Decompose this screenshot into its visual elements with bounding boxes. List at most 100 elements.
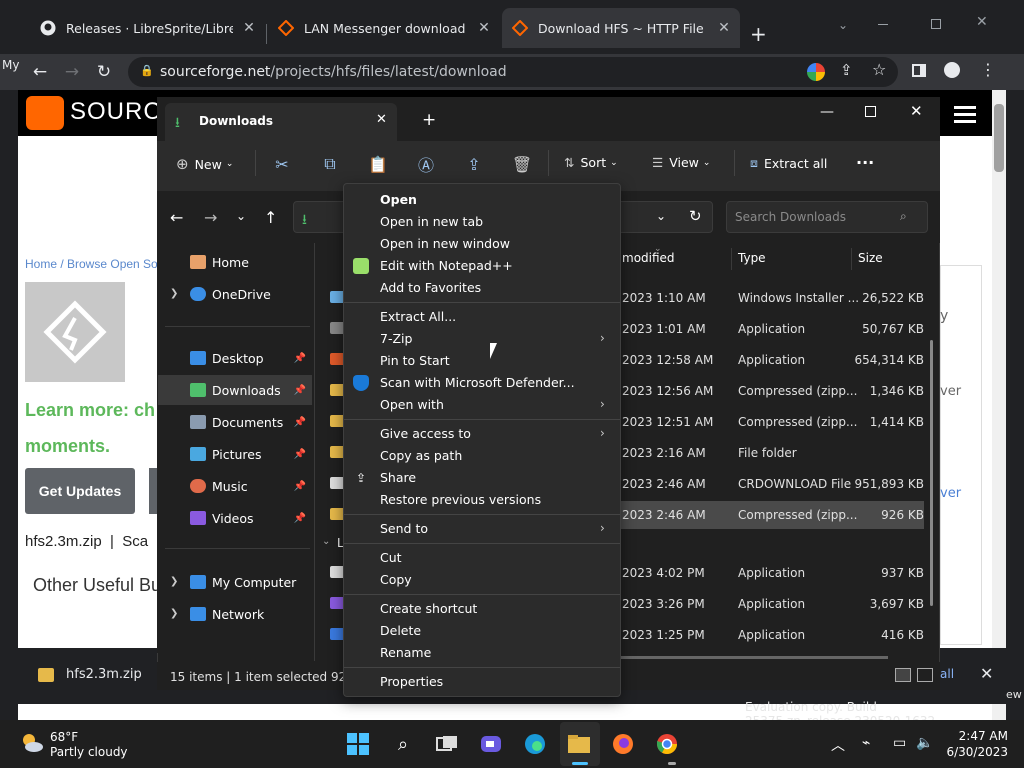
- teams-chat-icon[interactable]: [478, 731, 504, 757]
- forward-button[interactable]: →: [204, 208, 217, 227]
- nav-item-home[interactable]: Home: [158, 247, 312, 277]
- new-tab-button[interactable]: +: [750, 22, 767, 46]
- maximize-button[interactable]: [931, 19, 941, 29]
- nav-item-music[interactable]: Music 📌: [158, 471, 312, 501]
- extract-all-button[interactable]: ⧈ Extract all: [750, 155, 827, 171]
- new-tab-button[interactable]: +: [422, 110, 436, 130]
- page-scrollbar[interactable]: [992, 90, 1006, 720]
- scrollbar-thumb[interactable]: [994, 104, 1004, 172]
- sourceforge-logo-icon[interactable]: [26, 96, 64, 130]
- forward-button[interactable]: →: [56, 54, 88, 90]
- weather-icon[interactable]: [20, 731, 44, 755]
- table-row[interactable]: 2023 2:46 AM CRDOWNLOAD File 951,893 KB: [620, 470, 924, 498]
- menu-item-open-new-window[interactable]: Open in new window: [380, 236, 510, 251]
- breadcrumb[interactable]: Home / Browse Open Sou: [25, 257, 164, 271]
- url-text[interactable]: sourceforge.net/projects/hfs/files/lates…: [160, 64, 507, 80]
- pin-icon[interactable]: 📌: [294, 385, 306, 396]
- task-view-icon[interactable]: [434, 731, 460, 757]
- maximize-button[interactable]: [865, 106, 876, 117]
- paste-icon[interactable]: 📋: [366, 152, 390, 176]
- hamburger-icon[interactable]: [954, 120, 976, 123]
- close-icon[interactable]: ✕: [980, 664, 993, 683]
- chevron-down-icon[interactable]: ⌄: [838, 18, 848, 32]
- pin-icon[interactable]: 📌: [294, 353, 306, 364]
- menu-item-rename[interactable]: Rename: [380, 645, 431, 660]
- nav-item-videos[interactable]: Videos 📌: [158, 503, 312, 533]
- chevron-down-icon[interactable]: ⌄: [656, 209, 666, 223]
- table-row[interactable]: 2023 1:25 PM Application 416 KB: [620, 621, 924, 649]
- menu-item-give-access[interactable]: Give access to: [380, 426, 471, 441]
- side-panel-icon[interactable]: [912, 64, 926, 77]
- pin-icon[interactable]: 📌: [294, 513, 306, 524]
- column-separator[interactable]: [731, 248, 732, 270]
- menu-item-share[interactable]: Share: [380, 470, 416, 485]
- table-row[interactable]: 2023 2:16 AM File folder: [620, 439, 924, 467]
- nav-item-downloads[interactable]: Downloads 📌: [158, 375, 312, 405]
- table-row[interactable]: 2023 4:02 PM Application 937 KB: [620, 559, 924, 587]
- column-size[interactable]: Size: [858, 251, 883, 265]
- column-modified[interactable]: modified: [622, 251, 675, 265]
- close-icon[interactable]: ✕: [376, 112, 387, 127]
- details-view-icon[interactable]: [895, 668, 911, 682]
- menu-item-add-favorites[interactable]: Add to Favorites: [380, 280, 481, 295]
- table-row[interactable]: 2023 12:51 AM Compressed (zipp... 1,414 KB: [620, 408, 924, 436]
- copy-icon[interactable]: ⧉: [318, 152, 342, 176]
- chevron-down-icon[interactable]: ⌄: [322, 536, 330, 547]
- menu-item-open-with[interactable]: Open with: [380, 397, 444, 412]
- rename-icon[interactable]: Ⓐ: [414, 152, 438, 176]
- edge-icon[interactable]: [522, 731, 548, 757]
- menu-item-pin-start[interactable]: Pin to Start: [380, 353, 450, 368]
- menu-item-send-to[interactable]: Send to: [380, 521, 428, 536]
- file-list-scrollbar[interactable]: [930, 340, 933, 606]
- get-updates-button[interactable]: Get Updates: [25, 468, 135, 514]
- close-icon[interactable]: ✕: [476, 20, 492, 36]
- download-item[interactable]: hfs2.3m.zip: [66, 667, 142, 682]
- horizontal-scrollbar[interactable]: [620, 656, 888, 659]
- window-close-button[interactable]: ✕: [910, 102, 923, 120]
- tiles-view-icon[interactable]: [917, 668, 933, 682]
- hamburger-icon[interactable]: [954, 113, 976, 116]
- new-button[interactable]: ⊕ New ⌄: [176, 155, 233, 173]
- reload-button[interactable]: ↻: [88, 54, 120, 90]
- table-row[interactable]: 2023 3:26 PM Application 3,697 KB: [620, 590, 924, 618]
- nav-item-network[interactable]: Network: [158, 599, 312, 629]
- pin-icon[interactable]: 📌: [294, 481, 306, 492]
- menu-item-cut[interactable]: Cut: [380, 550, 402, 565]
- clock-date[interactable]: 6/30/2023: [936, 745, 1008, 759]
- sort-button[interactable]: ⇅ Sort ⌄: [564, 155, 618, 170]
- weather-condition[interactable]: Partly cloudy: [50, 745, 128, 759]
- nav-item-my-computer[interactable]: My Computer: [158, 567, 312, 597]
- menu-item-edit-notepadpp[interactable]: Edit with Notepad++: [380, 258, 513, 273]
- nav-item-onedrive[interactable]: OneDrive: [158, 279, 312, 309]
- window-close-button[interactable]: ✕: [976, 14, 988, 30]
- lock-icon[interactable]: 🔒: [140, 64, 154, 77]
- minimize-button[interactable]: [878, 24, 888, 25]
- tab-hfs-download[interactable]: Download HFS ~ HTTP File Serv ✕: [502, 8, 740, 48]
- pin-icon[interactable]: 📌: [294, 449, 306, 460]
- weather-temperature[interactable]: 68°F: [50, 730, 78, 744]
- scan-button-edge[interactable]: [149, 468, 157, 514]
- menu-item-copy-path[interactable]: Copy as path: [380, 448, 462, 463]
- menu-item-extract-all[interactable]: Extract All...: [380, 309, 456, 324]
- delete-icon[interactable]: 🗑: [510, 152, 534, 176]
- column-type[interactable]: Type: [738, 251, 766, 265]
- view-button[interactable]: ☰ View ⌄: [652, 155, 710, 170]
- menu-icon[interactable]: ⋮: [980, 60, 996, 79]
- firefox-icon[interactable]: [610, 731, 636, 757]
- pin-icon[interactable]: 📌: [294, 417, 306, 428]
- monitor-icon[interactable]: ▭: [893, 735, 906, 751]
- menu-item-7zip[interactable]: 7-Zip: [380, 331, 412, 346]
- column-separator[interactable]: [851, 248, 852, 270]
- refresh-icon[interactable]: ↻: [689, 207, 702, 225]
- show-all-link[interactable]: all: [940, 667, 954, 681]
- back-button[interactable]: ←: [24, 54, 56, 90]
- menu-item-delete[interactable]: Delete: [380, 623, 421, 638]
- back-button[interactable]: ←: [170, 208, 183, 227]
- menu-item-copy[interactable]: Copy: [380, 572, 412, 587]
- table-row-selected[interactable]: 2023 2:46 AM Compressed (zipp... 926 KB: [620, 501, 924, 529]
- close-icon[interactable]: ✕: [241, 20, 257, 36]
- chevron-down-icon[interactable]: ⌄: [236, 209, 246, 223]
- minimize-button[interactable]: —: [820, 104, 834, 120]
- tab-libresprite[interactable]: Releases · LibreSprite/LibreSprite ✕: [30, 8, 265, 48]
- chrome-icon[interactable]: [654, 731, 680, 757]
